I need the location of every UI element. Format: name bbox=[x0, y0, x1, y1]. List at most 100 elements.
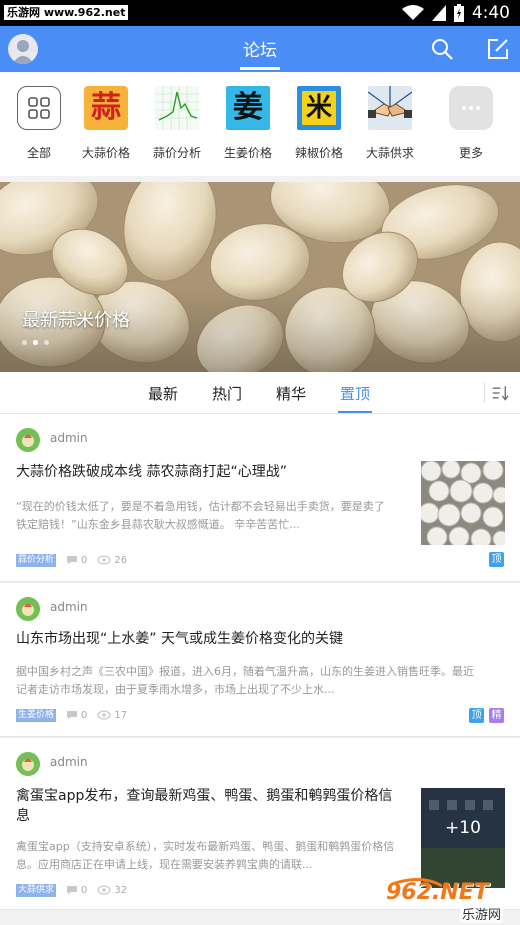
banner-caption: 最新蒜米价格 bbox=[22, 310, 130, 331]
post-item[interactable]: admin 大蒜价格跌破成本线 蒜农蒜商打起“心理战” “现在的价钱太低了，要是… bbox=[0, 414, 520, 582]
author-avatar[interactable] bbox=[16, 597, 40, 621]
garlic-char-icon: 蒜 bbox=[84, 86, 128, 130]
handshake-icon bbox=[368, 86, 412, 130]
grid-icon bbox=[17, 86, 61, 130]
eye-icon bbox=[97, 885, 111, 895]
author-name: admin bbox=[50, 600, 88, 614]
view-count-value: 17 bbox=[114, 709, 128, 721]
category-more[interactable]: 更多 bbox=[441, 86, 501, 161]
title-underline bbox=[240, 67, 280, 70]
post-meta: 大蒜供求 0 32 bbox=[16, 883, 127, 897]
pinned-badge: 顶 bbox=[469, 708, 484, 723]
status-watermark: 乐游网 www.962.net bbox=[4, 5, 129, 20]
tab-latest[interactable]: 最新 bbox=[148, 383, 178, 404]
author-name: admin bbox=[50, 755, 88, 769]
carousel-dot bbox=[44, 340, 49, 345]
post-excerpt: 禽蛋宝app（支持安卓系统），实时发布最新鸡蛋、鸭蛋、鹅蛋和鹌鹑蛋价格信息。应用… bbox=[16, 840, 395, 871]
comment-count-value: 0 bbox=[81, 709, 88, 721]
eye-icon bbox=[97, 555, 111, 565]
author-avatar[interactable] bbox=[16, 428, 40, 452]
post-title[interactable]: 禽蛋宝app发布，查询最新鸡蛋、鸭蛋、鹅蛋和鹌鹑蛋价格信息 bbox=[16, 786, 406, 826]
status-bar: 乐游网 www.962.net 4:40 bbox=[0, 0, 520, 26]
category-label: 全部 bbox=[26, 146, 51, 160]
category-all[interactable]: 全部 bbox=[9, 86, 69, 161]
battery-icon bbox=[453, 4, 464, 22]
category-label: 更多 bbox=[458, 146, 483, 160]
ginger-glyph: 姜 bbox=[233, 90, 263, 125]
author-avatar-image bbox=[16, 428, 40, 452]
author-avatar-image bbox=[16, 752, 40, 776]
price-chart-icon bbox=[155, 86, 199, 130]
post-tag[interactable]: 蒜价分析 bbox=[16, 553, 57, 567]
category-label: 生姜价格 bbox=[223, 146, 272, 160]
comment-count: 0 bbox=[66, 885, 87, 896]
category-label: 辣椒价格 bbox=[294, 146, 343, 160]
tab-pinned[interactable]: 置顶 bbox=[340, 383, 370, 404]
search-icon[interactable] bbox=[430, 37, 454, 61]
post-title[interactable]: 山东市场出现“上水姜” 天气或成生姜价格变化的关键 bbox=[16, 629, 506, 649]
ginger-char-icon: 姜 bbox=[226, 86, 270, 130]
garlic-glyph: 蒜 bbox=[91, 90, 121, 125]
status-icons: 4:40 bbox=[401, 2, 510, 24]
post-thumbnail[interactable]: +10 bbox=[421, 788, 505, 888]
category-ginger-price[interactable]: 姜 生姜价格 bbox=[218, 86, 278, 161]
comment-icon bbox=[67, 711, 78, 719]
active-tab-indicator bbox=[338, 411, 372, 413]
post-item[interactable]: admin 山东市场出现“上水姜” 天气或成生姜价格变化的关键 据中国乡村之声《… bbox=[0, 583, 520, 737]
category-chili-price[interactable]: 米 辣椒价格 bbox=[289, 86, 349, 161]
post-meta: 蒜价分析 0 26 bbox=[16, 553, 127, 567]
rice-char-icon: 米 bbox=[297, 86, 341, 130]
essence-badge: 精 bbox=[489, 708, 504, 723]
post-excerpt: 据中国乡村之声《三农中国》报道，进入6月，随着气温升高，山东的生姜进入销售旺季。… bbox=[16, 665, 474, 696]
comment-icon bbox=[67, 556, 78, 564]
carousel-dot-active bbox=[33, 340, 38, 345]
category-label: 蒜价分析 bbox=[152, 146, 201, 160]
comment-count: 0 bbox=[66, 555, 87, 566]
status-time: 4:40 bbox=[471, 3, 510, 23]
author-avatar-image bbox=[16, 597, 40, 621]
post-excerpt: “现在的价钱太低了，要是不着急用钱，估计都不会轻易出手卖货，要是卖了铁定赔钱！”… bbox=[16, 500, 385, 531]
tab-bar: 最新 热门 精华 置顶 bbox=[0, 372, 520, 414]
category-row: 全部 蒜 大蒜价格 蒜价分析 姜 生姜价格 米 辣椒价格 大蒜供求 更多 bbox=[0, 72, 520, 176]
post-tag[interactable]: 大蒜供求 bbox=[16, 883, 57, 897]
app-bar: 论坛 bbox=[0, 26, 520, 72]
category-label: 大蒜供求 bbox=[365, 146, 414, 160]
view-count-value: 32 bbox=[114, 884, 128, 896]
signal-icon bbox=[431, 5, 446, 21]
carousel-dots bbox=[22, 340, 49, 345]
author-name: admin bbox=[50, 431, 88, 445]
eye-icon bbox=[97, 710, 111, 720]
view-count: 32 bbox=[97, 885, 127, 896]
carousel-dot bbox=[22, 340, 27, 345]
comment-count-value: 0 bbox=[81, 884, 88, 896]
comment-count: 0 bbox=[66, 710, 87, 721]
garlic-bulbs-image bbox=[421, 461, 505, 545]
compose-icon[interactable] bbox=[486, 37, 510, 61]
comment-count-value: 0 bbox=[81, 554, 88, 566]
image-count: +10 bbox=[445, 818, 481, 838]
site-watermark: 962.NET 乐游网 bbox=[382, 878, 516, 923]
sort-icon[interactable] bbox=[484, 383, 512, 403]
post-meta: 生姜价格 0 17 bbox=[16, 708, 127, 722]
wifi-icon bbox=[401, 5, 424, 20]
post-tag[interactable]: 生姜价格 bbox=[16, 708, 57, 722]
view-count-value: 26 bbox=[114, 554, 128, 566]
tab-essence[interactable]: 精华 bbox=[276, 383, 306, 404]
pinned-badge: 顶 bbox=[489, 552, 504, 567]
category-label: 大蒜价格 bbox=[81, 146, 130, 160]
garlic-photo bbox=[0, 182, 520, 372]
post-thumbnail[interactable] bbox=[421, 461, 505, 545]
author-avatar[interactable] bbox=[16, 752, 40, 776]
tab-hot[interactable]: 热门 bbox=[212, 383, 242, 404]
rice-glyph: 米 bbox=[305, 93, 332, 123]
category-garlic-analysis[interactable]: 蒜价分析 bbox=[147, 86, 207, 161]
banner-carousel[interactable]: 最新蒜米价格 bbox=[0, 182, 520, 372]
category-garlic-price[interactable]: 蒜 大蒜价格 bbox=[76, 86, 136, 161]
post-title[interactable]: 大蒜价格跌破成本线 蒜农蒜商打起“心理战” bbox=[16, 462, 406, 482]
watermark-text: 乐游网 bbox=[460, 904, 504, 923]
more-icon bbox=[449, 86, 493, 130]
comment-icon bbox=[67, 886, 78, 894]
view-count: 17 bbox=[97, 710, 127, 721]
category-garlic-supply[interactable]: 大蒜供求 bbox=[360, 86, 420, 161]
watermark-brand: 962.NET bbox=[386, 880, 489, 905]
